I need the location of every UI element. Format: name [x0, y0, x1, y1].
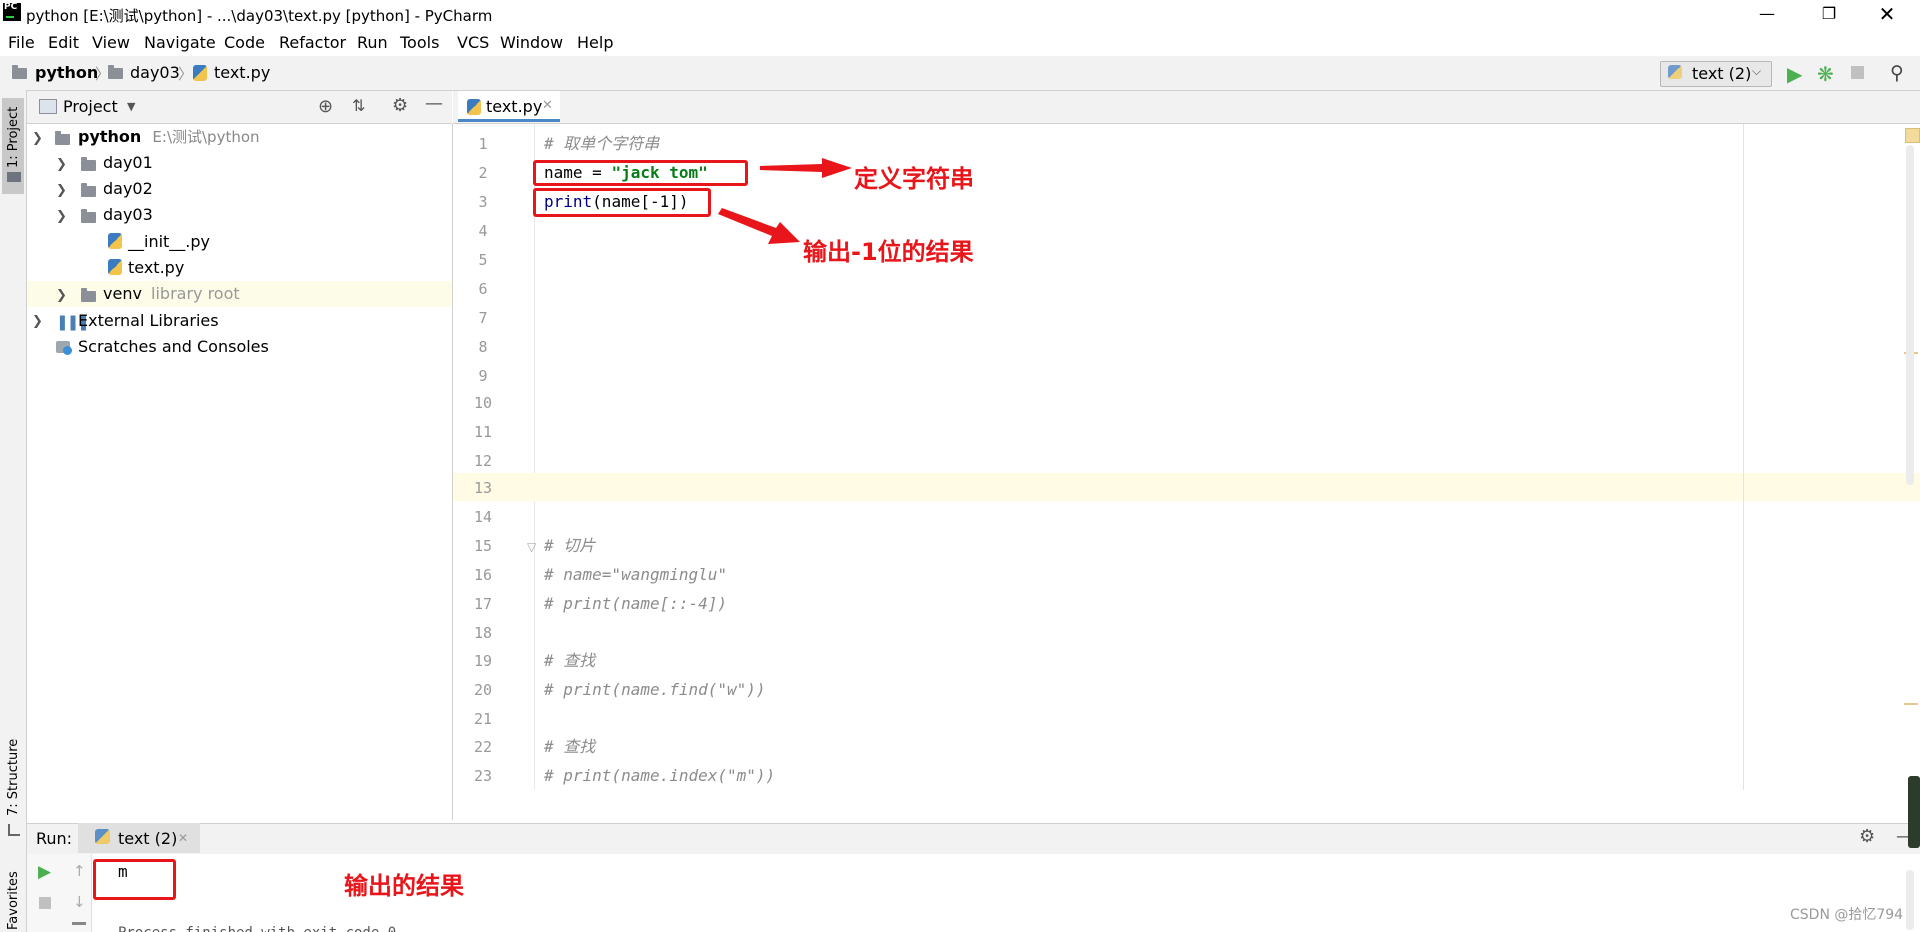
- run-tab-close-icon[interactable]: ✕: [178, 831, 188, 845]
- run-panel-label: Run:: [36, 829, 73, 848]
- python-icon: [95, 829, 110, 844]
- annotation-output-last: 输出-1位的结果: [803, 238, 974, 266]
- annotation-output: 输出的结果: [344, 872, 464, 900]
- arrow-output-last: [718, 208, 800, 244]
- stop-icon[interactable]: [39, 897, 51, 909]
- arrow-up-icon[interactable]: ↑: [73, 862, 86, 880]
- annotation-define-string: 定义字符串: [854, 165, 974, 193]
- arrow-define: [760, 158, 852, 178]
- arrow-down-icon[interactable]: ↓: [73, 893, 86, 911]
- annotation-arrows: [184, 158, 852, 890]
- watermark: CSDN @拾忆794: [1790, 907, 1904, 923]
- rerun-icon[interactable]: ▶: [38, 862, 51, 882]
- run-scrollbar[interactable]: [1906, 870, 1914, 930]
- soft-wrap-icon[interactable]: [72, 922, 86, 925]
- run-panel-header: [27, 823, 1920, 855]
- run-tab-label: text (2): [118, 829, 178, 848]
- run-finished-message: Process finished with exit code 0: [118, 925, 396, 932]
- side-gauge-widget: [1908, 776, 1920, 848]
- annotation-box-output: [93, 859, 176, 900]
- gear-icon[interactable]: ⚙: [1859, 826, 1875, 847]
- run-console[interactable]: [27, 854, 1920, 932]
